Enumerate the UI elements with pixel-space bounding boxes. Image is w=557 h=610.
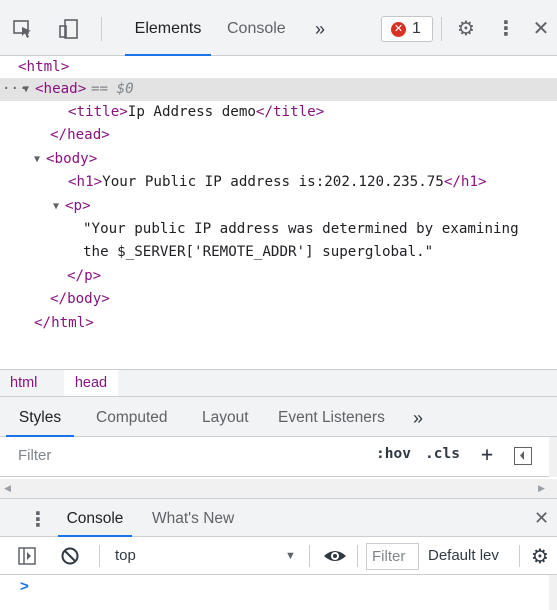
p-text-line-1: "Your public IP address was determined b… xyxy=(83,221,519,237)
prompt-caret-icon: > xyxy=(20,578,29,595)
tree-line-body-close[interactable]: </body> xyxy=(0,288,557,311)
context-selector[interactable]: top ▼ xyxy=(102,537,302,575)
tree-line-title[interactable]: <title>Ip Address demo</title> xyxy=(0,101,557,124)
p-text-line-2: the $_SERVER['REMOTE_ADDR'] superglobal.… xyxy=(83,244,434,260)
hov-button[interactable]: :hov xyxy=(376,446,411,462)
toolbar-divider xyxy=(357,545,358,567)
tree-line-p-close[interactable]: </p> xyxy=(0,265,557,288)
cls-button[interactable]: .cls xyxy=(425,446,460,462)
title-text: Ip Address demo xyxy=(127,104,256,120)
vertical-scrollbar[interactable] xyxy=(549,575,557,610)
horizontal-scrollbar[interactable]: ◀ ▶ xyxy=(0,479,557,499)
p-open-tag: <p> xyxy=(65,198,91,214)
toolbar-divider xyxy=(519,545,520,567)
devtools-toolbar: Elements Console » ✕ 1 ⚙ ⋮ ✕ xyxy=(0,0,557,56)
dom-tree: <html> ··· ▼ <head> == $0 <title>Ip Addr… xyxy=(0,56,557,366)
breadcrumb-head[interactable]: head xyxy=(64,370,118,396)
tab-elements[interactable]: Elements xyxy=(125,0,211,56)
gear-icon[interactable]: ⚙ xyxy=(531,544,549,569)
head-open-tag: <head> xyxy=(35,81,87,97)
tab-layout[interactable]: Layout xyxy=(202,397,249,437)
title-close-tag: </title> xyxy=(255,104,325,120)
drawer-menu-icon[interactable]: ⋮ xyxy=(28,507,48,532)
tree-line-text-2[interactable]: the $_SERVER['REMOTE_ADDR'] superglobal.… xyxy=(0,241,557,264)
body-close-tag: </body> xyxy=(50,291,110,307)
expand-triangle-icon[interactable]: ▼ xyxy=(34,148,40,171)
tree-line-body[interactable]: ▼ <body> xyxy=(0,148,557,171)
body-open-tag: <body> xyxy=(46,151,98,167)
html-close-tag: </html> xyxy=(34,315,94,331)
tree-line-text-1[interactable]: "Your public IP address was determined b… xyxy=(0,218,557,241)
more-tabs-button[interactable]: » xyxy=(315,0,325,56)
toggle-sidebar-icon[interactable] xyxy=(514,447,532,465)
vertical-scrollbar[interactable] xyxy=(549,437,557,477)
tree-line-p[interactable]: ▼ <p> xyxy=(0,195,557,218)
tree-line-html[interactable]: <html> xyxy=(0,56,557,79)
expand-triangle-icon[interactable]: ▼ xyxy=(53,195,59,218)
clear-console-icon[interactable] xyxy=(60,546,80,569)
tab-styles[interactable]: Styles xyxy=(6,397,74,437)
tree-line-head[interactable]: ··· ▼ <head> == $0 xyxy=(0,78,557,101)
h1-text: Your Public IP address is:202.120.235.75 xyxy=(102,174,444,190)
chevron-down-icon: ▼ xyxy=(285,550,296,562)
eye-icon[interactable] xyxy=(323,546,347,569)
inspect-icon[interactable] xyxy=(12,18,34,40)
more-styles-tabs-button[interactable]: » xyxy=(413,397,423,437)
gear-icon[interactable]: ⚙ xyxy=(455,18,477,40)
error-count-badge[interactable]: ✕ 1 xyxy=(381,16,433,42)
toolbar-divider xyxy=(101,17,102,41)
console-prompt[interactable]: > xyxy=(0,575,557,610)
tree-line-head-close[interactable]: </head> xyxy=(0,124,557,147)
toolbar-divider xyxy=(441,17,442,41)
styles-filter-input[interactable]: Filter xyxy=(18,447,51,464)
toolbar-divider xyxy=(309,545,310,567)
tab-event-listeners[interactable]: Event Listeners xyxy=(278,397,385,437)
html-open-tag: <html> xyxy=(18,59,70,75)
toolbar-divider xyxy=(99,545,100,567)
new-style-rule-button[interactable]: + xyxy=(481,442,493,466)
close-icon[interactable]: ✕ xyxy=(534,508,549,529)
tab-computed[interactable]: Computed xyxy=(96,397,168,437)
h1-close-tag: </h1> xyxy=(443,174,487,190)
title-open-tag: <title> xyxy=(68,104,128,120)
close-icon[interactable]: ✕ xyxy=(530,18,552,40)
device-toggle-icon[interactable] xyxy=(58,18,80,40)
scroll-right-icon[interactable]: ▶ xyxy=(538,483,545,494)
styles-tabbar: Styles Computed Layout Event Listeners » xyxy=(0,397,557,437)
scroll-left-icon[interactable]: ◀ xyxy=(4,483,11,494)
selected-node-marker: == $0 xyxy=(91,81,134,97)
error-icon: ✕ xyxy=(391,22,406,37)
head-close-tag: </head> xyxy=(50,127,110,143)
console-filter-input[interactable]: Filter xyxy=(366,543,419,570)
breadcrumb: html head xyxy=(0,369,557,397)
kebab-menu-icon[interactable]: ⋮ xyxy=(495,18,517,40)
tab-console[interactable]: Console xyxy=(227,0,286,56)
expand-triangle-icon[interactable]: ▼ xyxy=(23,78,29,101)
drawer-tab-console[interactable]: Console xyxy=(58,499,132,537)
drawer-tab-whats-new[interactable]: What's New xyxy=(152,499,234,537)
error-count: 1 xyxy=(412,20,421,37)
styles-filter-bar: Filter :hov .cls + xyxy=(0,437,557,477)
p-close-tag: </p> xyxy=(67,268,102,284)
console-toolbar: top ▼ Filter Default lev ⚙ xyxy=(0,537,557,575)
sidebar-toggle-icon[interactable] xyxy=(18,547,36,568)
log-levels-dropdown[interactable]: Default lev xyxy=(428,537,499,575)
breadcrumb-html[interactable]: html xyxy=(10,370,37,396)
h1-open-tag: <h1> xyxy=(68,174,103,190)
context-value: top xyxy=(115,547,136,564)
tree-line-html-close[interactable]: </html> xyxy=(0,312,557,335)
tree-line-h1[interactable]: <h1>Your Public IP address is:202.120.23… xyxy=(0,171,557,194)
drawer-tabbar: ⋮ Console What's New ✕ xyxy=(0,499,557,537)
